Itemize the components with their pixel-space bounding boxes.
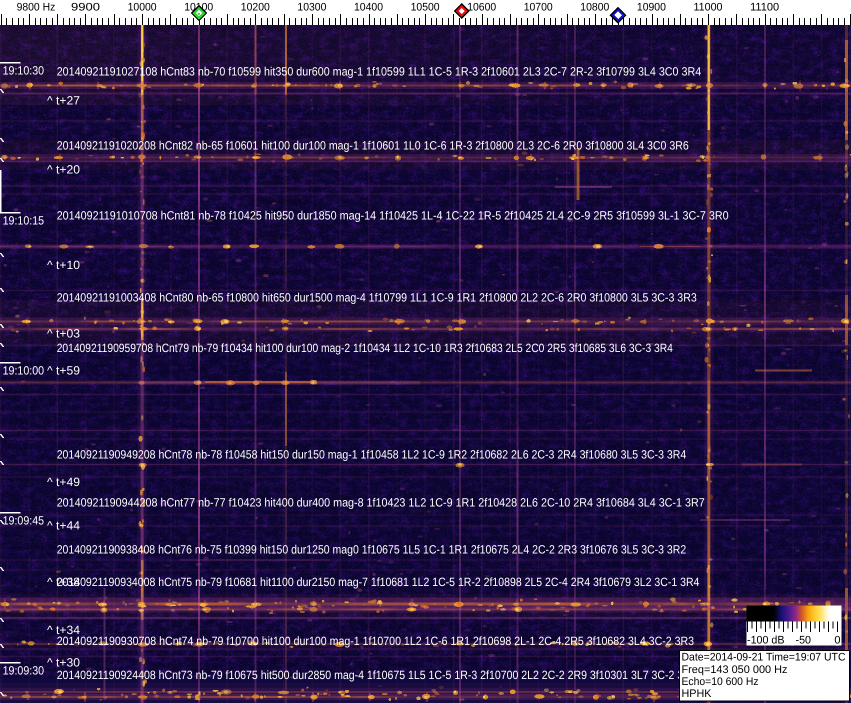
svg-text:20140921190930708 hCnt74 nb-79: 20140921190930708 hCnt74 nb-79 f10700 hi… xyxy=(57,634,695,648)
svg-text:19:09:45: 19:09:45 xyxy=(3,513,45,527)
svg-text:20140921190934008 hCnt75 nb-79: 20140921190934008 hCnt75 nb-79 f10681 hi… xyxy=(57,575,700,589)
svg-text:^ t+34: ^ t+34 xyxy=(47,623,80,637)
svg-text:10600: 10600 xyxy=(467,1,496,13)
svg-text:20140921190949208 hCnt78 nb-78: 20140921190949208 hCnt78 nb-78 f10458 hi… xyxy=(57,447,687,461)
svg-text:11000: 11000 xyxy=(694,1,723,13)
svg-text:19:10:30: 19:10:30 xyxy=(3,63,45,77)
svg-text:HPHK: HPHK xyxy=(682,688,713,700)
svg-text:10500: 10500 xyxy=(411,1,440,13)
svg-text:9800 Hz: 9800 Hz xyxy=(17,1,56,13)
svg-text:10300: 10300 xyxy=(297,1,326,13)
svg-text:19:10:00: 19:10:00 xyxy=(3,363,45,377)
svg-text:Date=2014-09-21 Time=19:07 UTC: Date=2014-09-21 Time=19:07 UTC xyxy=(682,652,846,664)
svg-text:^ t+59: ^ t+59 xyxy=(47,363,80,377)
svg-text:^ t+03: ^ t+03 xyxy=(47,326,80,340)
svg-text:20140921191003408 hCnt80 nb-65: 20140921191003408 hCnt80 nb-65 f10800 hi… xyxy=(57,290,697,304)
svg-text:10400: 10400 xyxy=(354,1,383,13)
svg-text:^ t+49: ^ t+49 xyxy=(47,475,80,489)
svg-text:9900: 9900 xyxy=(71,1,100,13)
svg-text:^ t+44: ^ t+44 xyxy=(47,519,80,533)
svg-text:19:09:30: 19:09:30 xyxy=(3,663,45,677)
svg-text:20140921190959708 hCnt79 nb-79: 20140921190959708 hCnt79 nb-79 f10434 hi… xyxy=(57,341,673,355)
svg-text:0: 0 xyxy=(834,635,840,647)
svg-text:20140921191027108 hCnt83 nb-70: 20140921191027108 hCnt83 nb-70 f10599 hi… xyxy=(57,64,702,78)
svg-text:20140921190938408 hCnt76 nb-75: 20140921190938408 hCnt76 nb-75 f10399 hi… xyxy=(57,542,687,556)
svg-text:10900: 10900 xyxy=(637,1,666,13)
svg-text:10800: 10800 xyxy=(580,1,609,13)
svg-text:^ t+27: ^ t+27 xyxy=(47,93,80,107)
svg-text:^ t+20: ^ t+20 xyxy=(47,163,80,177)
svg-text:19:10:15: 19:10:15 xyxy=(3,213,45,227)
svg-text:-100 dB: -100 dB xyxy=(747,635,785,647)
svg-text:11100: 11100 xyxy=(750,1,779,13)
svg-text:Freq=143 050 000 Hz: Freq=143 050 000 Hz xyxy=(682,664,788,676)
svg-text:10200: 10200 xyxy=(241,1,270,13)
svg-text:10000: 10000 xyxy=(128,1,157,13)
svg-text:Echo=10 600 Hz: Echo=10 600 Hz xyxy=(682,676,759,688)
svg-text:10700: 10700 xyxy=(524,1,553,13)
svg-text:^ t+10: ^ t+10 xyxy=(47,258,80,272)
svg-text:^ t+38: ^ t+38 xyxy=(47,575,80,589)
svg-text:-50: -50 xyxy=(796,635,812,647)
svg-text:20140921190944208 hCnt77 nb-77: 20140921190944208 hCnt77 nb-77 f10423 hi… xyxy=(57,495,705,509)
svg-text:20140921191020208 hCnt82 nb-65: 20140921191020208 hCnt82 nb-65 f10601 hi… xyxy=(57,139,689,153)
svg-text:20140921190924408 hCnt73 nb-79: 20140921190924408 hCnt73 nb-79 f10675 hi… xyxy=(57,668,697,682)
svg-text:^ t+30: ^ t+30 xyxy=(47,655,80,669)
svg-text:20140921191010708 hCnt81 nb-78: 20140921191010708 hCnt81 nb-78 f10425 hi… xyxy=(57,209,729,223)
